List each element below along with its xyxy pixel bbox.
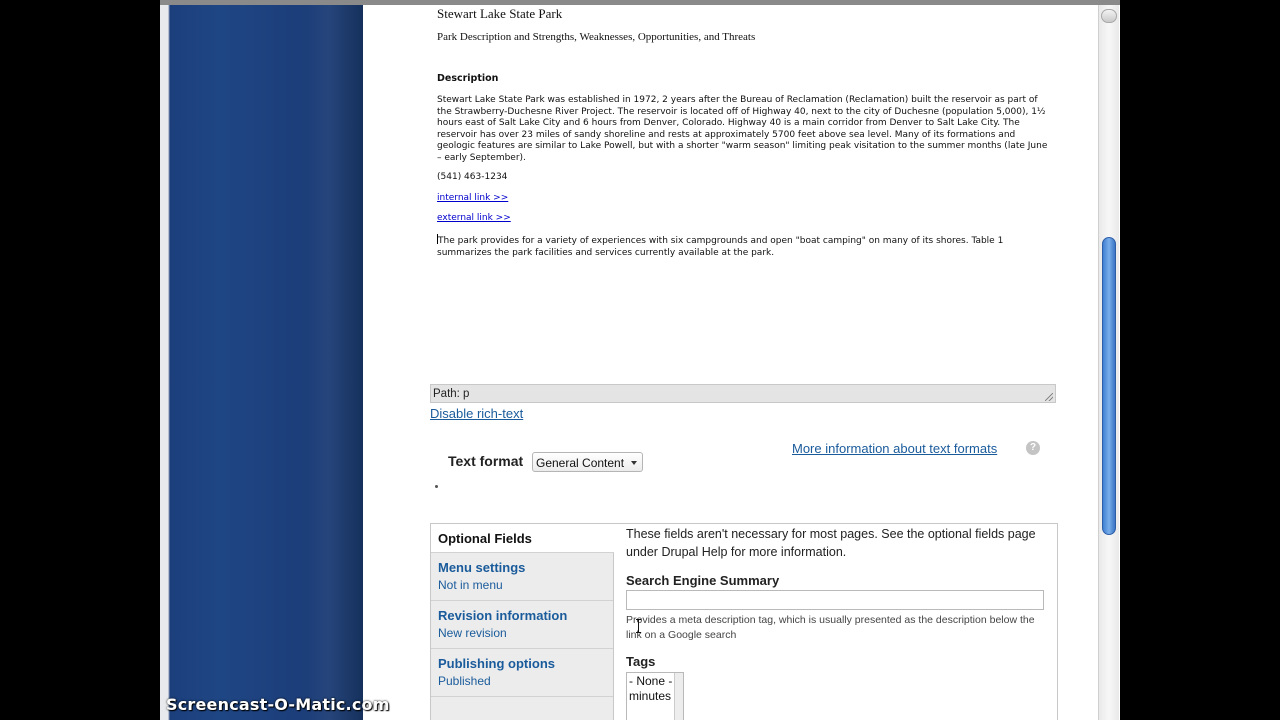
tab-optional-fields[interactable]: Optional Fields <box>431 524 614 553</box>
description-paragraph: Stewart Lake State Park was established … <box>437 95 1048 163</box>
text-format-selected: General Content <box>536 456 625 470</box>
tags-label: Tags <box>626 654 656 669</box>
text-cursor-icon <box>636 619 642 633</box>
tab-revision-information[interactable]: Revision information New revision <box>431 601 613 649</box>
scrollbar-thumb[interactable] <box>1102 237 1116 535</box>
tab-summary: New revision <box>438 626 507 640</box>
path-text: Path: p <box>433 388 470 400</box>
document-title: Stewart Lake State Park <box>437 6 563 21</box>
editor-path-bar: Path: p <box>430 384 1056 403</box>
internal-link[interactable]: internal link >> <box>437 193 508 203</box>
optional-fields-intro: These fields aren't necessary for most p… <box>626 527 1036 559</box>
tab-title: Publishing options <box>438 656 555 671</box>
document-subtitle: Park Description and Strengths, Weakness… <box>437 31 756 43</box>
tab-publishing-options[interactable]: Publishing options Published <box>431 649 613 697</box>
external-link[interactable]: external link >> <box>437 213 511 223</box>
tags-select[interactable]: - None - minutes <box>626 672 684 720</box>
browser-viewport: Stewart Lake State Park Park Description… <box>160 0 1120 720</box>
disable-rich-text-link[interactable]: Disable rich-text <box>430 406 523 421</box>
facilities-paragraph-text: The park provides for a variety of exper… <box>437 236 1004 258</box>
left-panel-shade <box>305 5 363 720</box>
text-format-label: Text format <box>448 453 524 469</box>
bullet-dot <box>435 485 438 488</box>
resize-grip-icon[interactable] <box>1045 393 1053 401</box>
chevron-down-icon <box>631 461 637 465</box>
tab-summary: Not in menu <box>438 578 503 592</box>
tab-title: Revision information <box>438 608 568 623</box>
screencast-watermark: Screencast-O-Matic.com <box>166 695 390 714</box>
tab-title: Menu settings <box>438 560 526 575</box>
page-scrollbar[interactable] <box>1098 5 1119 720</box>
search-engine-summary-description: Provides a meta description tag, which i… <box>626 614 1035 641</box>
more-info-text-formats-link[interactable]: More information about text formats <box>792 441 997 456</box>
phone-number: (541) 463-1234 <box>437 172 508 182</box>
search-engine-summary-input[interactable] <box>626 590 1044 610</box>
description-heading: Description <box>437 73 499 84</box>
search-engine-summary-label: Search Engine Summary <box>626 573 780 588</box>
optional-fields-fieldset: Optional Fields Menu settings Not in men… <box>430 523 1058 720</box>
facilities-paragraph: The park provides for a variety of exper… <box>437 234 1049 259</box>
tab-menu-settings[interactable]: Menu settings Not in menu <box>431 553 613 601</box>
vertical-tabs: Optional Fields Menu settings Not in men… <box>431 524 614 720</box>
scroll-up-button[interactable] <box>1101 9 1117 23</box>
tags-scrollbar[interactable] <box>674 673 683 720</box>
help-icon[interactable]: ? <box>1026 441 1040 455</box>
tab-summary: Published <box>438 674 491 688</box>
text-format-select[interactable]: General Content <box>532 452 643 472</box>
